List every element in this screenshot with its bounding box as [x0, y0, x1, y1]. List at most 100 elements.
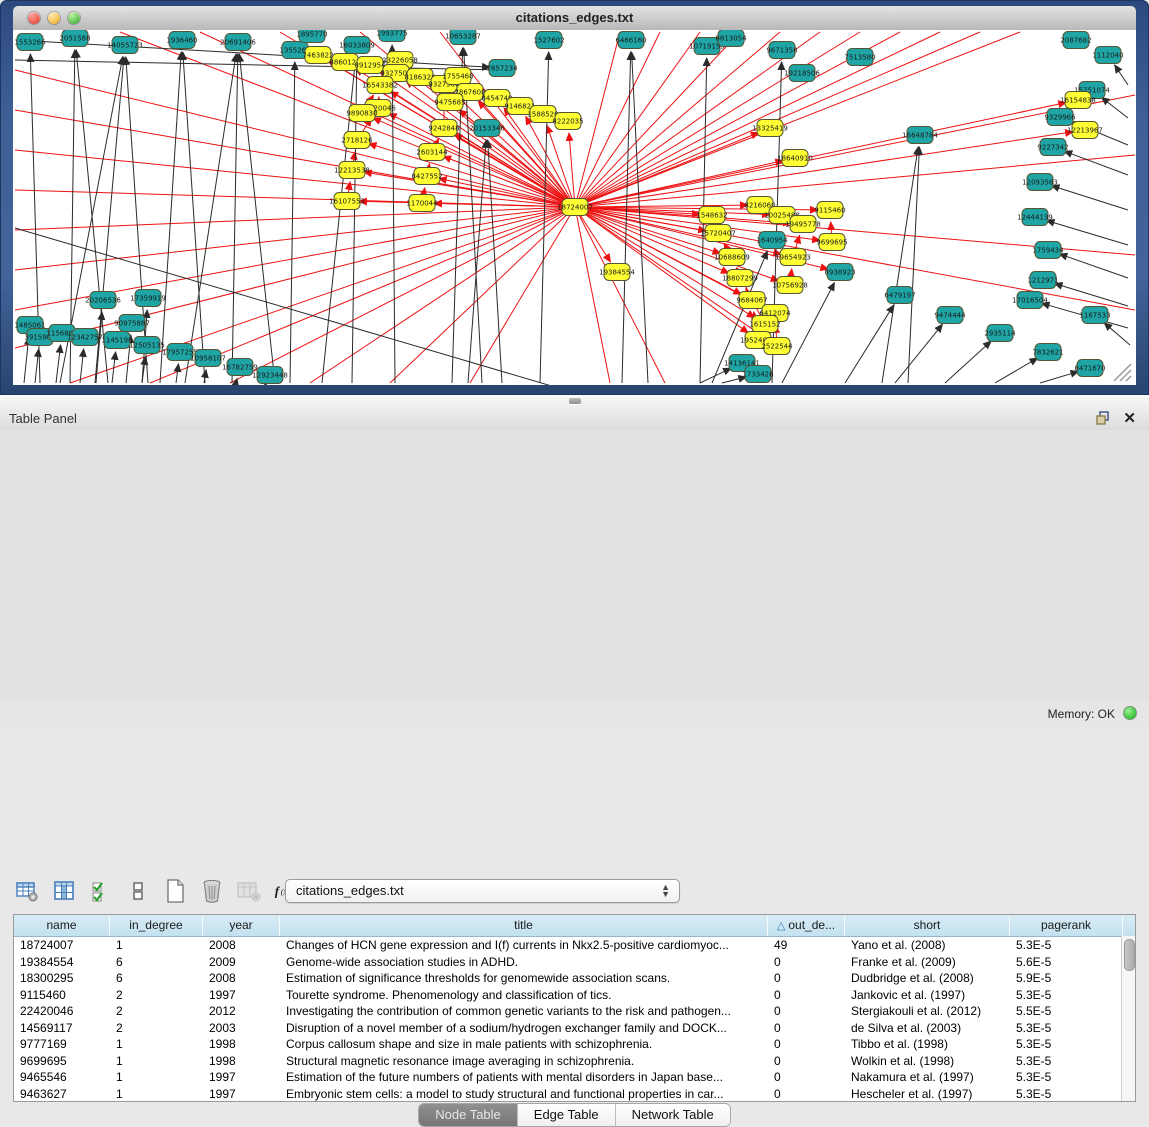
table-row[interactable]: 1938455462009Genome-wide association stu…	[14, 954, 1135, 971]
graph-node[interactable]: 1553266	[14, 34, 46, 51]
window-titlebar[interactable]: citations_edges.txt	[13, 6, 1136, 31]
graph-node[interactable]: 16154838	[1060, 92, 1096, 109]
graph-node[interactable]: 8427552	[411, 168, 442, 185]
table-row[interactable]: 1830029562008Estimation of significance …	[14, 970, 1135, 987]
graph-node[interactable]: 9329966	[1044, 109, 1076, 126]
row-height-icon[interactable]	[125, 878, 151, 904]
table-row[interactable]: 969969511998Structural magnetic resonanc…	[14, 1053, 1135, 1070]
graph-node[interactable]: 10958107	[190, 350, 226, 367]
graph-node[interactable]: 8222035	[552, 113, 583, 130]
graph-node[interactable]: 1212971	[1027, 272, 1058, 289]
graph-node[interactable]: 2051588	[59, 30, 90, 47]
graph-node[interactable]: 12093583	[1022, 174, 1058, 191]
column-header-name[interactable]: name	[14, 915, 110, 936]
graph-node[interactable]: 2087682	[1060, 32, 1091, 49]
graph-node[interactable]: 1733426	[742, 366, 774, 383]
graph-node[interactable]: 9671358	[766, 42, 797, 59]
graph-node[interactable]: 1759434	[1032, 242, 1064, 259]
graph-node[interactable]: 8813054	[715, 30, 747, 47]
graph-node[interactable]: 1548632	[696, 207, 727, 224]
graph-node[interactable]: 1170044	[406, 195, 438, 212]
graph-node[interactable]: 18724007	[557, 199, 593, 216]
graph-node[interactable]: 2935114	[984, 325, 1016, 342]
graph-node[interactable]: 2718126	[341, 132, 373, 149]
graph-node[interactable]: 12505135	[129, 337, 165, 354]
table-row[interactable]: 1872400712008Changes of HCN gene express…	[14, 937, 1135, 954]
graph-node[interactable]: 13325419	[752, 120, 788, 137]
graph-node[interactable]: 16107553	[329, 193, 365, 210]
graph-node[interactable]: 1936460	[166, 32, 197, 49]
graph-node[interactable]: 7832621	[1032, 344, 1063, 361]
graph-node[interactable]: 12213538	[334, 162, 370, 179]
graph-node[interactable]: 12342757	[67, 329, 103, 346]
graph-node[interactable]: 20153346	[469, 120, 505, 137]
graph-node[interactable]: 2603144	[416, 144, 448, 161]
graph-node[interactable]: 9242848	[428, 120, 459, 137]
graph-node[interactable]: 17359919	[130, 290, 166, 307]
network-canvas[interactable]: 1872400715532662051588140557231936460206…	[13, 30, 1136, 385]
graph-node[interactable]: 7857234	[486, 60, 518, 77]
graph-node[interactable]: 17016504	[1012, 292, 1048, 309]
graph-node[interactable]: 10756928	[772, 277, 808, 294]
graph-node[interactable]: 12213967	[1067, 122, 1103, 139]
graph-node[interactable]: 16543382	[362, 77, 398, 94]
graph-node[interactable]: 12444139	[1017, 209, 1053, 226]
graph-node[interactable]: 8471670	[1074, 360, 1105, 377]
graph-node[interactable]: 9115460	[814, 202, 845, 219]
show-columns-icon[interactable]	[51, 878, 77, 904]
graph-node[interactable]: 6466160	[615, 32, 646, 49]
graph-node[interactable]: 15720407	[700, 225, 736, 242]
table-row[interactable]: 977716911998Corpus callosum shape and si…	[14, 1036, 1135, 1053]
table-row[interactable]: 946362711997Embryonic stem cells: a mode…	[14, 1086, 1135, 1103]
table-selector-dropdown[interactable]: citations_edges.txt ▲▼	[285, 879, 680, 903]
graph-node[interactable]: 9475685	[434, 94, 465, 111]
graph-node[interactable]: 1527602	[533, 32, 564, 49]
graph-node[interactable]: 16648784	[902, 127, 938, 144]
graph-node[interactable]: 2522544	[761, 338, 793, 355]
graph-node[interactable]: 19218506	[784, 65, 820, 82]
select-columns-icon[interactable]	[88, 878, 114, 904]
graph-node[interactable]: 9474444	[934, 307, 966, 324]
delete-table-icon[interactable]	[199, 878, 225, 904]
graph-node[interactable]: 1895770	[296, 30, 327, 43]
column-header-short[interactable]: short	[845, 915, 1010, 936]
table-row[interactable]: 911546021997Tourette syndrome. Phenomeno…	[14, 987, 1135, 1004]
table-scrollbar-thumb[interactable]	[1124, 939, 1135, 971]
graph-node[interactable]: 16033809	[339, 37, 375, 54]
column-header-title[interactable]: title	[280, 915, 768, 936]
graph-node[interactable]: 1993775	[376, 30, 407, 42]
graph-node[interactable]: 18640910	[777, 150, 813, 167]
divider-grip[interactable]	[569, 398, 581, 404]
graph-node[interactable]: 9699695	[816, 234, 847, 251]
graph-node[interactable]: 20206536	[85, 292, 121, 309]
column-header-in_degree[interactable]: in_degree	[110, 915, 203, 936]
graph-node[interactable]: 1145190	[101, 332, 132, 349]
graph-node[interactable]: 10653287	[445, 30, 481, 45]
tab-node-table[interactable]: Node Table	[419, 1104, 518, 1126]
graph-node[interactable]: 19384554	[599, 264, 635, 281]
resize-grip-icon[interactable]	[1114, 364, 1131, 381]
table-row[interactable]: 1456911722003Disruption of a novel membe…	[14, 1020, 1135, 1037]
graph-node[interactable]: 8938923	[824, 264, 855, 281]
graph-node[interactable]: 19654923	[775, 249, 811, 266]
graph-node[interactable]: 9227342	[1037, 139, 1068, 156]
graph-node[interactable]: 20691406	[220, 34, 256, 51]
column-header-pagerank[interactable]: pagerank	[1010, 915, 1123, 936]
graph-node[interactable]: 10688609	[714, 249, 750, 266]
tab-network-table[interactable]: Network Table	[616, 1104, 730, 1126]
graph-node[interactable]: 1640954	[756, 232, 788, 249]
float-panel-icon[interactable]	[1095, 410, 1111, 426]
create-table-icon[interactable]	[162, 878, 188, 904]
graph-node[interactable]: 9890830	[346, 105, 377, 122]
tab-edge-table[interactable]: Edge Table	[518, 1104, 616, 1126]
graph-node[interactable]: 19495778	[785, 216, 821, 233]
graph-node[interactable]: 6479197	[884, 287, 915, 304]
graph-node[interactable]: 1615152	[749, 316, 780, 333]
column-header-year[interactable]: year	[203, 915, 280, 936]
graph-node[interactable]: 1112040	[1092, 47, 1123, 64]
graph-node[interactable]: 1167533	[1079, 307, 1110, 324]
table-row[interactable]: 946554611997Estimation of the future num…	[14, 1069, 1135, 1086]
table-row[interactable]: 2242004622012Investigating the contribut…	[14, 1003, 1135, 1020]
graph-node[interactable]: 12923448	[252, 367, 288, 384]
table-scrollbar[interactable]	[1121, 936, 1135, 1101]
